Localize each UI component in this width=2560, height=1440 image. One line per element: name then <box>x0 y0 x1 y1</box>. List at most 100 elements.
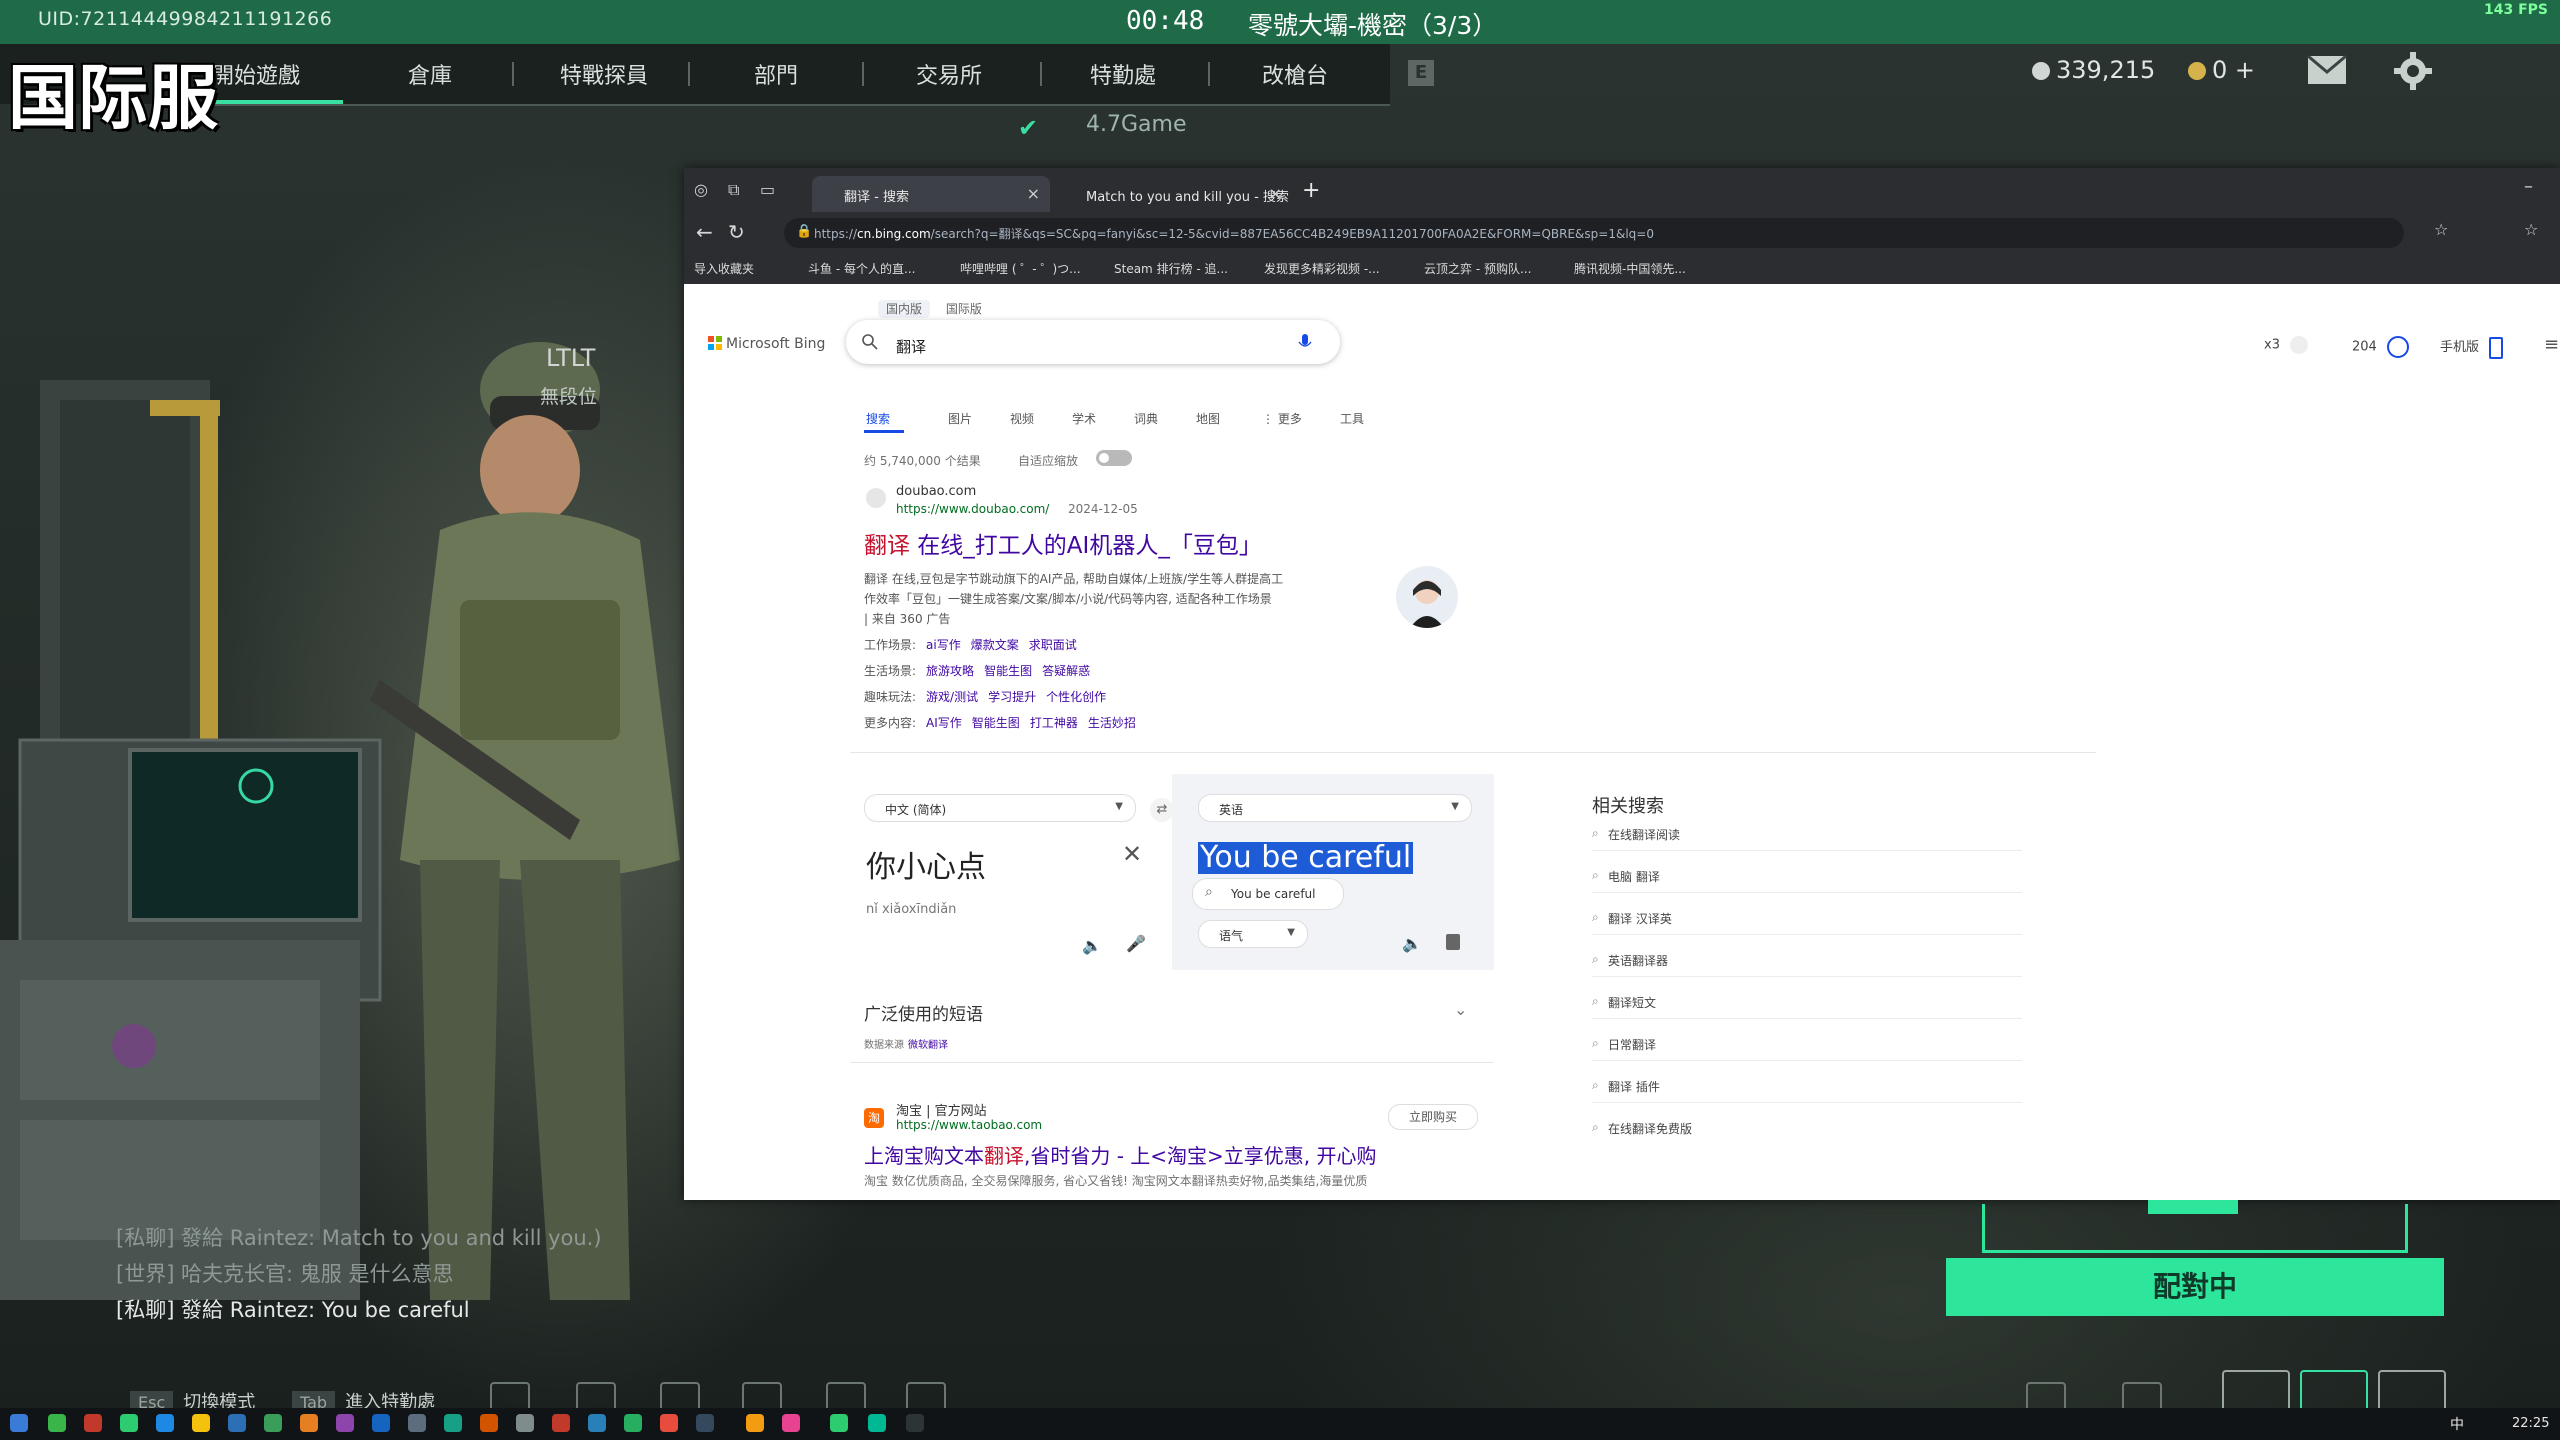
back-button[interactable]: ← <box>696 220 713 244</box>
app-icon[interactable] <box>782 1414 800 1432</box>
close-icon[interactable]: × <box>1269 184 1282 203</box>
sitelink[interactable]: 生活妙招 <box>1088 716 1136 730</box>
favorite-icon[interactable]: ☆ <box>2434 220 2448 239</box>
sitelink[interactable]: 个性化创作 <box>1046 690 1106 704</box>
related-search-item[interactable]: 在线翻译阅读 <box>1608 826 1680 843</box>
related-search-item[interactable]: 日常翻译 <box>1608 1036 1656 1053</box>
app-icon[interactable] <box>516 1414 534 1432</box>
region-tab-domestic[interactable]: 国内版 <box>878 300 931 318</box>
app-icon[interactable] <box>696 1414 714 1432</box>
app-icon[interactable] <box>48 1414 66 1432</box>
scope-maps[interactable]: 地图 <box>1196 410 1220 427</box>
browser-logo-icon[interactable]: ◎ <box>694 180 714 200</box>
currency-primary[interactable]: 339,215 <box>2032 56 2155 84</box>
related-search-item[interactable]: 翻译 汉译英 <box>1608 910 1672 927</box>
app-icon[interactable] <box>906 1414 924 1432</box>
translation-search-suggestion[interactable]: ⌕ You be careful <box>1192 878 1344 910</box>
wechat-icon[interactable] <box>120 1414 138 1432</box>
related-search-item[interactable]: 翻译 插件 <box>1608 1078 1660 1095</box>
app-icon[interactable] <box>264 1414 282 1432</box>
tab-match-search[interactable]: Match to you and kill you - 搜索 × <box>1054 176 1292 212</box>
menu-warehouse[interactable]: 倉庫 <box>408 58 452 90</box>
speaker-icon[interactable]: 🔈 <box>1402 934 1422 953</box>
menu-hotkey[interactable]: E <box>1408 60 1434 86</box>
app-icon[interactable] <box>660 1414 678 1432</box>
sitelink[interactable]: 游戏/测试 <box>926 690 978 704</box>
related-search-item[interactable]: 英语翻译器 <box>1608 952 1668 969</box>
app-icon[interactable] <box>444 1414 462 1432</box>
refresh-button[interactable]: ↻ <box>728 220 745 244</box>
result-title-link[interactable]: 翻译 在线_打工人的AI机器人_「豆包」 <box>864 526 1262 560</box>
buy-now-button[interactable]: 立即购买 <box>1388 1104 1478 1130</box>
lock-icon[interactable]: 🔒 <box>796 224 812 239</box>
new-tab-button[interactable]: + <box>1302 178 1320 203</box>
result-title-link[interactable]: 上淘宝购文本翻译,省时省力 - 上<淘宝>立享优惠, 开心购 <box>864 1140 1377 1169</box>
input-method[interactable]: 中 <box>2450 1414 2464 1434</box>
sitelink[interactable]: 爆款文案 <box>971 638 1019 652</box>
scope-more[interactable]: ⋮ 更多 <box>1262 410 1302 427</box>
collections-icon[interactable]: ☆ <box>2524 220 2538 239</box>
app-icon[interactable] <box>552 1414 570 1432</box>
menu-exchange[interactable]: 交易所 <box>916 58 982 90</box>
scope-dictionary[interactable]: 词典 <box>1134 410 1158 427</box>
rewards-points[interactable]: 204 <box>2352 336 2409 358</box>
edge-icon[interactable] <box>156 1414 174 1432</box>
matching-button[interactable]: 配對中 <box>1946 1258 2444 1316</box>
autozoom-toggle[interactable] <box>1096 450 1132 466</box>
sitelink[interactable]: 智能生图 <box>972 716 1020 730</box>
mobile-version[interactable]: 手机版 <box>2440 336 2504 359</box>
sitelink[interactable]: AI写作 <box>926 716 962 730</box>
bing-logo[interactable]: Microsoft Bing <box>708 336 825 352</box>
tab-translate-search[interactable]: 翻译 - 搜索 × <box>812 176 1050 212</box>
menu-department[interactable]: 部門 <box>754 58 798 90</box>
bookmark-item[interactable]: 腾讯视频-中国领先... <box>1574 260 1686 277</box>
bookmark-item[interactable]: 云顶之弈 - 预购队... <box>1424 260 1531 277</box>
app-icon[interactable] <box>588 1414 606 1432</box>
sitelink[interactable]: 智能生图 <box>984 664 1032 678</box>
app-icon[interactable] <box>624 1414 642 1432</box>
mail-icon[interactable] <box>2306 54 2348 86</box>
sitelink[interactable]: ai写作 <box>926 638 961 652</box>
speaker-icon[interactable]: 🔈 <box>1082 936 1102 955</box>
tone-select[interactable]: 语气 ▼ <box>1198 920 1308 948</box>
app-icon[interactable] <box>408 1414 426 1432</box>
translated-text[interactable]: You be careful <box>1198 842 1414 874</box>
bookmark-item[interactable]: 导入收藏夹 <box>694 260 754 277</box>
minimize-button[interactable]: – <box>2524 176 2533 197</box>
app-icon[interactable] <box>746 1414 764 1432</box>
scope-search[interactable]: 搜索 <box>866 410 890 427</box>
sitelink[interactable]: 旅游攻略 <box>926 664 974 678</box>
source-language-select[interactable]: 中文 (简体) ▼ <box>864 794 1136 822</box>
menu-operators[interactable]: 特戰探員 <box>560 58 648 90</box>
copy-icon[interactable] <box>1446 934 1460 950</box>
scope-videos[interactable]: 视频 <box>1010 410 1034 427</box>
taskbar-clock[interactable]: 22:25 <box>2512 1416 2549 1431</box>
scope-images[interactable]: 图片 <box>948 410 972 427</box>
app-icon[interactable] <box>372 1414 390 1432</box>
clear-icon[interactable]: ✕ <box>1122 840 1142 868</box>
url-text[interactable]: https://cn.bing.com/search?q=翻译&qs=SC&pq… <box>814 225 1654 242</box>
related-search-item[interactable]: 电脑 翻译 <box>1608 868 1660 885</box>
swap-languages-button[interactable]: ⇄ <box>1150 798 1174 822</box>
bookmark-item[interactable]: 哔哩哔哩 ( ゜- ゜)つ... <box>960 260 1081 277</box>
result-url[interactable]: https://www.taobao.com <box>896 1118 1042 1132</box>
target-language-select[interactable]: 英语 ▼ <box>1198 794 1472 822</box>
microphone-icon[interactable]: 🎤 <box>1126 934 1146 953</box>
result-url[interactable]: https://www.doubao.com/ <box>896 502 1049 516</box>
app-icon[interactable] <box>228 1414 246 1432</box>
tab-actions-icon[interactable]: ▭ <box>760 180 780 200</box>
close-icon[interactable]: × <box>1027 184 1040 203</box>
game-icon[interactable] <box>830 1414 848 1432</box>
menu-icon[interactable]: ≡ <box>2544 334 2559 355</box>
related-search-item[interactable]: 在线翻译免费版 <box>1608 1120 1692 1137</box>
app-icon[interactable] <box>336 1414 354 1432</box>
scope-tools[interactable]: 工具 <box>1340 410 1364 427</box>
sitelink[interactable]: 求职面试 <box>1029 638 1077 652</box>
phrases-source-link[interactable]: 微软翻译 <box>908 1040 948 1051</box>
account-icon[interactable] <box>2290 336 2309 354</box>
app-icon[interactable] <box>480 1414 498 1432</box>
menu-special-ops[interactable]: 特勤處 <box>1090 58 1156 90</box>
bookmark-item[interactable]: 斗鱼 - 每个人的直... <box>808 260 915 277</box>
source-text-input[interactable]: 你小心点 <box>866 842 986 886</box>
scope-academic[interactable]: 学术 <box>1072 410 1096 427</box>
